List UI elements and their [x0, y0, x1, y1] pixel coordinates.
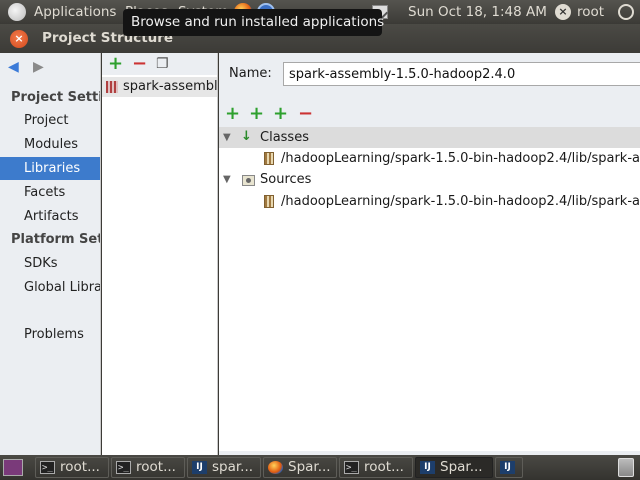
- applications-menu[interactable]: Applications: [34, 4, 116, 20]
- terminal-icon: [116, 459, 131, 477]
- intellij-icon: IJ: [500, 461, 515, 474]
- taskbar-item-label: spar...: [212, 459, 254, 475]
- sidebar-item-project[interactable]: Project: [0, 109, 100, 132]
- user-icon[interactable]: ×: [555, 4, 571, 20]
- sidebar-item-facets[interactable]: Facets: [0, 181, 100, 204]
- library-list-panel: + − ❐ spark-assembly-1.5.0-hadoop2.4.0: [102, 53, 218, 455]
- taskbar-item-label: root...: [60, 459, 100, 475]
- expand-triangle-icon[interactable]: ▼: [223, 174, 231, 185]
- settings-sidebar: ◀ ▶ Project Settings Project Modules Lib…: [0, 53, 101, 455]
- classes-label: Classes: [260, 130, 309, 145]
- library-name-input[interactable]: [283, 62, 640, 86]
- close-window-button[interactable]: ×: [10, 30, 28, 48]
- gnome-foot-icon[interactable]: [8, 3, 26, 21]
- copy-library-icon[interactable]: ❐: [156, 54, 169, 74]
- platform-settings-header: Platform Settings: [11, 232, 100, 247]
- trash-icon[interactable]: [618, 458, 634, 477]
- library-item-label: spark-assembly-1.5.0-hadoop2.4.0: [123, 79, 218, 94]
- add-root-icon[interactable]: +: [225, 104, 240, 124]
- classes-icon: ↓: [241, 129, 252, 144]
- taskbar-item-label: Spar...: [440, 459, 483, 475]
- jar-icon: [264, 195, 274, 208]
- sources-path[interactable]: /hadoopLearning/spark-1.5.0-bin-hadoop2.…: [281, 194, 640, 209]
- taskbar-item-intellij-dialog[interactable]: IJ: [495, 457, 523, 478]
- classes-path[interactable]: /hadoopLearning/spark-1.5.0-bin-hadoop2.…: [281, 151, 640, 166]
- taskbar-item-label: root...: [136, 459, 176, 475]
- remove-root-icon[interactable]: −: [298, 104, 313, 124]
- sidebar-item-problems[interactable]: Problems: [0, 323, 100, 346]
- sources-label[interactable]: Sources: [260, 172, 311, 187]
- taskbar-item-intellij[interactable]: IJ spar...: [187, 457, 261, 478]
- taskbar-item-label: Spar...: [288, 459, 331, 475]
- bottom-taskbar: root... root... IJ spar... Spar... root.…: [0, 455, 640, 480]
- intellij-icon: IJ: [192, 461, 207, 474]
- firefox-icon: [268, 461, 283, 474]
- back-arrow-icon[interactable]: ◀: [8, 59, 19, 75]
- taskbar-item-terminal-3[interactable]: root...: [339, 457, 413, 478]
- attach-classes-icon[interactable]: +: [249, 104, 264, 124]
- sidebar-item-modules[interactable]: Modules: [0, 133, 100, 156]
- intellij-icon: IJ: [420, 461, 435, 474]
- taskbar-item-spark-project-structure[interactable]: IJ Spar...: [415, 457, 493, 478]
- sources-folder-icon: [242, 175, 255, 186]
- expand-triangle-icon[interactable]: ▼: [223, 132, 231, 143]
- library-list-item[interactable]: spark-assembly-1.5.0-hadoop2.4.0: [102, 77, 218, 97]
- taskbar-item-label: root...: [364, 459, 404, 475]
- library-roots-tree: ▼ ↓ Classes /hadoopLearning/spark-1.5.0-…: [219, 127, 640, 455]
- classes-node[interactable]: ▼ ↓ Classes: [219, 127, 640, 148]
- project-settings-header: Project Settings: [11, 90, 100, 105]
- remove-library-icon[interactable]: −: [132, 54, 147, 74]
- name-label: Name:: [229, 66, 272, 81]
- applications-tooltip: Browse and run installed applications: [123, 9, 384, 36]
- library-list-toolbar: + − ❐: [102, 53, 217, 75]
- user-name[interactable]: root: [577, 4, 604, 20]
- taskbar-item-terminal-1[interactable]: root...: [35, 457, 109, 478]
- add-library-icon[interactable]: +: [108, 54, 123, 74]
- terminal-icon: [344, 459, 359, 477]
- power-icon[interactable]: [618, 4, 634, 20]
- terminal-icon: [40, 459, 55, 477]
- library-roots-toolbar: + + + −: [219, 103, 640, 127]
- sidebar-item-global-libraries[interactable]: Global Libraries: [0, 276, 100, 299]
- jar-icon: [264, 152, 274, 165]
- library-icon: [106, 81, 118, 93]
- library-detail-panel: Name: + + + − ▼ ↓ Classes /hadoopLearnin…: [219, 53, 640, 455]
- sidebar-item-artifacts[interactable]: Artifacts: [0, 205, 100, 228]
- show-desktop-icon[interactable]: [3, 459, 23, 476]
- taskbar-item-firefox[interactable]: Spar...: [263, 457, 337, 478]
- taskbar-item-terminal-2[interactable]: root...: [111, 457, 185, 478]
- clock[interactable]: Sun Oct 18, 1:48 AM: [408, 4, 547, 20]
- sidebar-item-libraries[interactable]: Libraries: [0, 157, 100, 180]
- attach-sources-icon[interactable]: +: [273, 104, 288, 124]
- sidebar-item-sdks[interactable]: SDKs: [0, 252, 100, 275]
- forward-arrow-icon[interactable]: ▶: [33, 59, 44, 75]
